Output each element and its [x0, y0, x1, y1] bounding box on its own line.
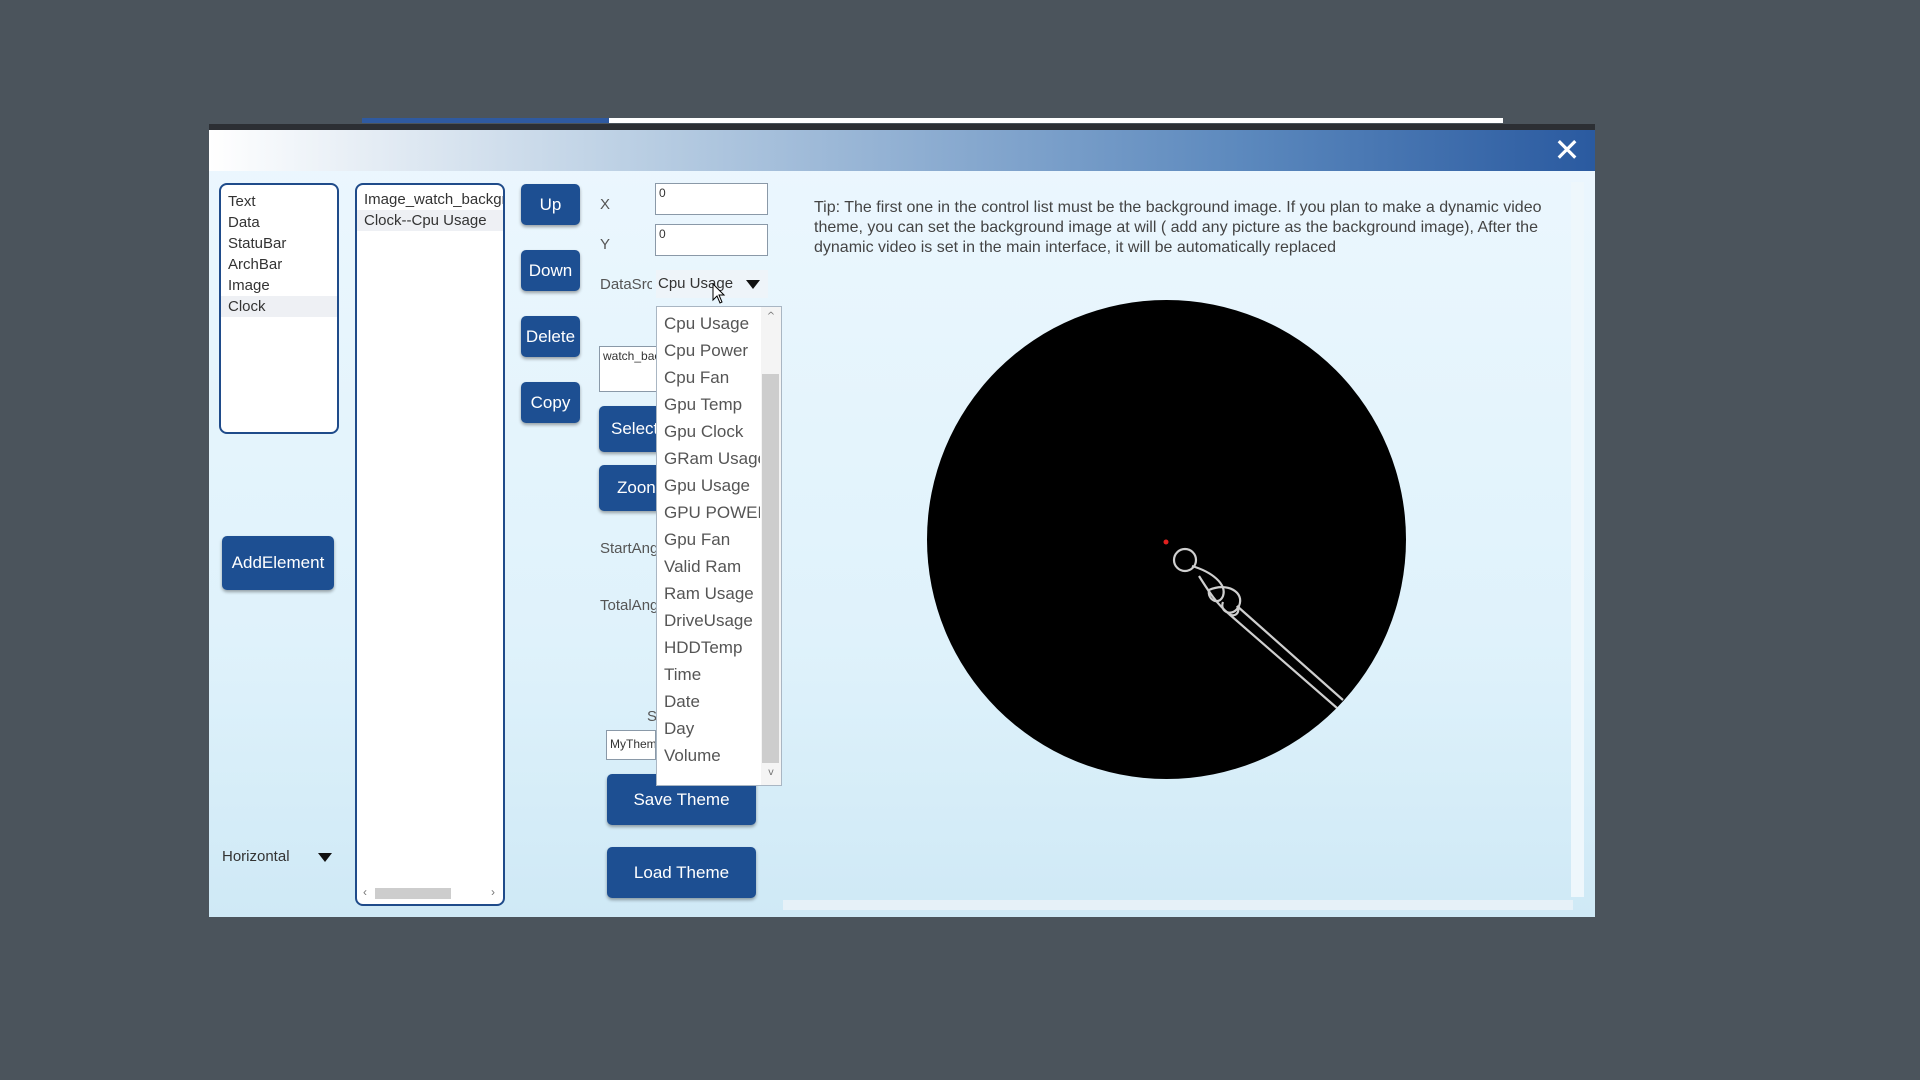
x-label: X	[600, 196, 611, 213]
element-type-item[interactable]: ArchBar	[221, 254, 337, 275]
dropdown-option[interactable]: GRam Usage	[657, 446, 760, 472]
add-element-button[interactable]: AddElement	[222, 536, 334, 590]
delete-button[interactable]: Delete	[521, 316, 580, 357]
dropdown-option[interactable]: HDDTemp	[657, 635, 760, 661]
dropdown-option[interactable]: Cpu Power	[657, 338, 760, 364]
move-up-button[interactable]: Up	[521, 184, 580, 225]
scroll-right-icon[interactable]: ›	[487, 885, 499, 899]
theme-name-input[interactable]: MyThem	[606, 730, 656, 760]
scroll-up-icon[interactable]: ^	[761, 311, 781, 322]
scrollbar-thumb[interactable]	[375, 888, 451, 899]
theme-editor-dialog: ✕ Text Data StatuBar ArchBar Image Clock…	[209, 124, 1595, 917]
element-type-item[interactable]: StatuBar	[221, 233, 337, 254]
y-input[interactable]: 0	[655, 224, 768, 256]
control-list-hscrollbar[interactable]: ‹ ›	[363, 885, 499, 901]
element-type-item-selected[interactable]: Clock	[221, 296, 337, 317]
element-type-item[interactable]: Text	[221, 191, 337, 212]
dropdown-option[interactable]: GPU POWER	[657, 500, 760, 526]
datasrc-dropdown-list[interactable]: Cpu Usage Cpu Power Cpu Fan Gpu Temp Gpu…	[656, 306, 782, 786]
dropdown-option[interactable]: Volume	[657, 743, 760, 769]
control-list[interactable]: Image_watch_backgrc Clock--Cpu Usage ‹ ›	[355, 183, 505, 906]
element-type-list[interactable]: Text Data StatuBar ArchBar Image Clock	[219, 183, 339, 434]
clock-hand-icon[interactable]	[927, 300, 1406, 779]
dropdown-option[interactable]: Ram Usage	[657, 581, 760, 607]
element-type-item[interactable]: Image	[221, 275, 337, 296]
dropdown-option[interactable]: Date	[657, 689, 760, 715]
copy-button[interactable]: Copy	[521, 382, 580, 423]
dropdown-option[interactable]: Cpu Usage	[657, 311, 760, 337]
dropdown-option[interactable]: Gpu Clock	[657, 419, 760, 445]
triangle-down-icon	[318, 853, 332, 862]
dropdown-option[interactable]: Day	[657, 716, 760, 742]
center-dot	[1163, 539, 1169, 545]
background-window-accent	[362, 118, 609, 123]
tip-text: Tip: The first one in the control list m…	[814, 199, 1542, 256]
scroll-down-icon[interactable]: v	[761, 767, 781, 778]
mouse-pointer-icon	[712, 283, 726, 304]
dropdown-option[interactable]: Time	[657, 662, 760, 688]
close-icon: ✕	[1553, 131, 1581, 169]
orientation-select[interactable]: Horizontal	[222, 846, 340, 868]
triangle-down-icon	[746, 280, 760, 289]
orientation-value: Horizontal	[222, 848, 290, 865]
dropdown-option[interactable]: Cpu Fan	[657, 365, 760, 391]
load-theme-button[interactable]: Load Theme	[607, 847, 756, 898]
preview-horizontal-scrollbar[interactable]	[783, 900, 1573, 910]
dropdown-option[interactable]: Gpu Usage	[657, 473, 760, 499]
move-down-button[interactable]: Down	[521, 250, 580, 291]
control-list-item-selected[interactable]: Clock--Cpu Usage	[357, 210, 503, 231]
dropdown-option[interactable]: Gpu Fan	[657, 527, 760, 553]
dropdown-option[interactable]: DriveUsage	[657, 608, 760, 634]
y-label: Y	[600, 236, 611, 253]
datasrc-label: DataSrc	[600, 276, 652, 293]
title-bar[interactable]: ✕	[209, 130, 1595, 171]
x-input[interactable]: 0	[655, 183, 768, 215]
element-type-item[interactable]: Data	[221, 212, 337, 233]
dropdown-option[interactable]: Valid Ram	[657, 554, 760, 580]
image-path-field[interactable]: watch_bac	[599, 346, 659, 392]
start-angle-label: StartAng	[600, 540, 656, 557]
dropdown-option[interactable]: Gpu Temp	[657, 392, 760, 418]
close-button[interactable]: ✕	[1549, 134, 1585, 168]
scroll-left-icon[interactable]: ‹	[359, 885, 371, 899]
control-list-item[interactable]: Image_watch_backgrc	[357, 189, 503, 210]
total-angle-label: TotalAng	[600, 597, 656, 614]
preview-vertical-scrollbar[interactable]	[1571, 182, 1584, 897]
dropdown-scrollbar-thumb[interactable]	[762, 374, 779, 763]
